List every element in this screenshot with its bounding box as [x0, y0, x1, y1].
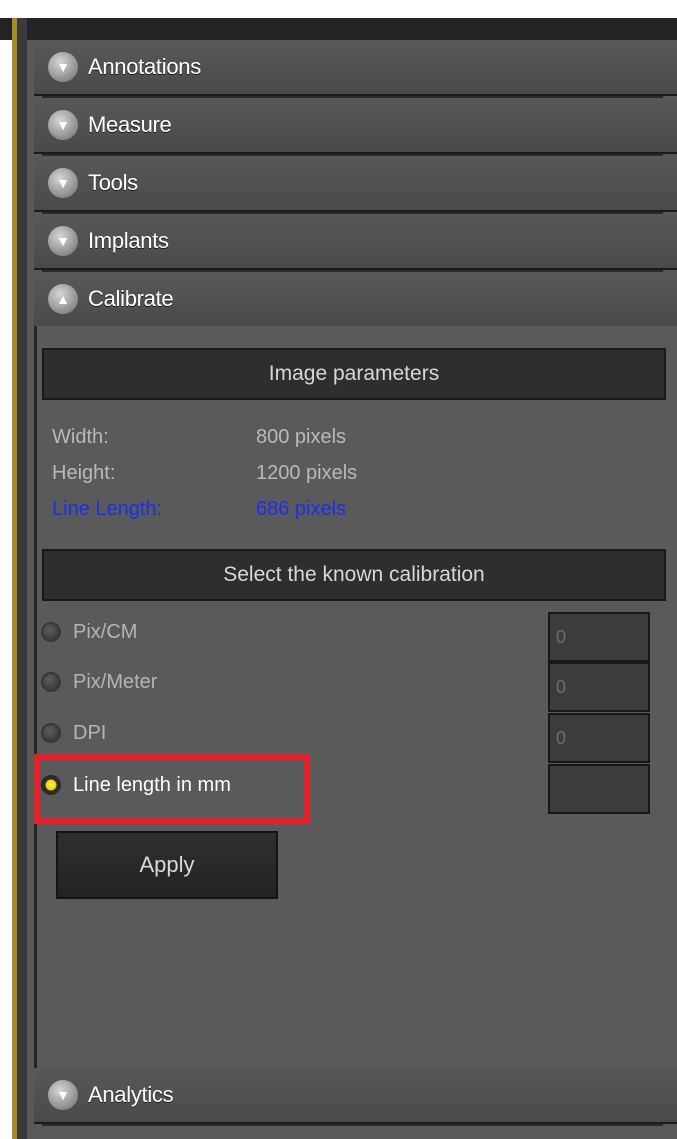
left-inner-bar — [17, 18, 27, 1139]
option-label: DPI — [73, 721, 107, 744]
tools-header[interactable]: ▼ Tools — [34, 156, 677, 214]
highlight-box — [34, 754, 310, 824]
width-label: Width: — [52, 426, 109, 448]
option-pix-cm[interactable]: Pix/CM — [41, 612, 137, 652]
width-value: 800 pixels — [256, 426, 347, 448]
line-length-label: Line Length: — [52, 498, 163, 520]
known-calibration-bar: Select the known calibration — [42, 549, 666, 601]
top-bar — [0, 18, 677, 40]
dpi-input[interactable]: 0 — [548, 713, 650, 763]
measure-header[interactable]: ▼ Measure — [34, 98, 677, 156]
radio-unselected-icon[interactable] — [41, 672, 61, 692]
chevron-down-icon: ▼ — [48, 52, 78, 82]
image-parameters-bar: Image parameters — [42, 348, 666, 400]
implants-label: Implants — [88, 228, 169, 253]
chevron-down-icon: ▼ — [48, 110, 78, 140]
option-dpi[interactable]: DPI — [41, 713, 106, 753]
chevron-down-icon: ▼ — [48, 226, 78, 256]
option-label: Pix/Meter — [73, 670, 158, 693]
option-label: Pix/CM — [73, 620, 138, 643]
analytics-label: Analytics — [88, 1082, 174, 1107]
calibrate-header[interactable]: ▲ Calibrate — [34, 272, 677, 330]
annotations-header[interactable]: ▼ Annotations — [34, 40, 677, 98]
analytics-header[interactable]: ▼ Analytics — [34, 1068, 677, 1126]
chevron-up-icon: ▲ — [48, 284, 78, 314]
annotations-label: Annotations — [88, 54, 201, 79]
chevron-down-icon: ▼ — [48, 168, 78, 198]
line-length-mm-input[interactable] — [548, 764, 650, 814]
radio-unselected-icon[interactable] — [41, 622, 61, 642]
height-value: 1200 pixels — [256, 462, 358, 484]
calibrate-label: Calibrate — [88, 286, 174, 311]
pix-cm-input[interactable]: 0 — [548, 612, 650, 662]
implants-header[interactable]: ▼ Implants — [34, 214, 677, 272]
tools-label: Tools — [88, 170, 138, 195]
line-length-value: 686 pixels — [256, 498, 347, 520]
height-label: Height: — [52, 462, 116, 484]
option-pix-meter[interactable]: Pix/Meter — [41, 662, 157, 702]
radio-unselected-icon[interactable] — [41, 723, 61, 743]
chevron-down-icon: ▼ — [48, 1080, 78, 1110]
measure-label: Measure — [88, 112, 172, 137]
apply-button[interactable]: Apply — [56, 831, 278, 899]
pix-meter-input[interactable]: 0 — [548, 662, 650, 712]
